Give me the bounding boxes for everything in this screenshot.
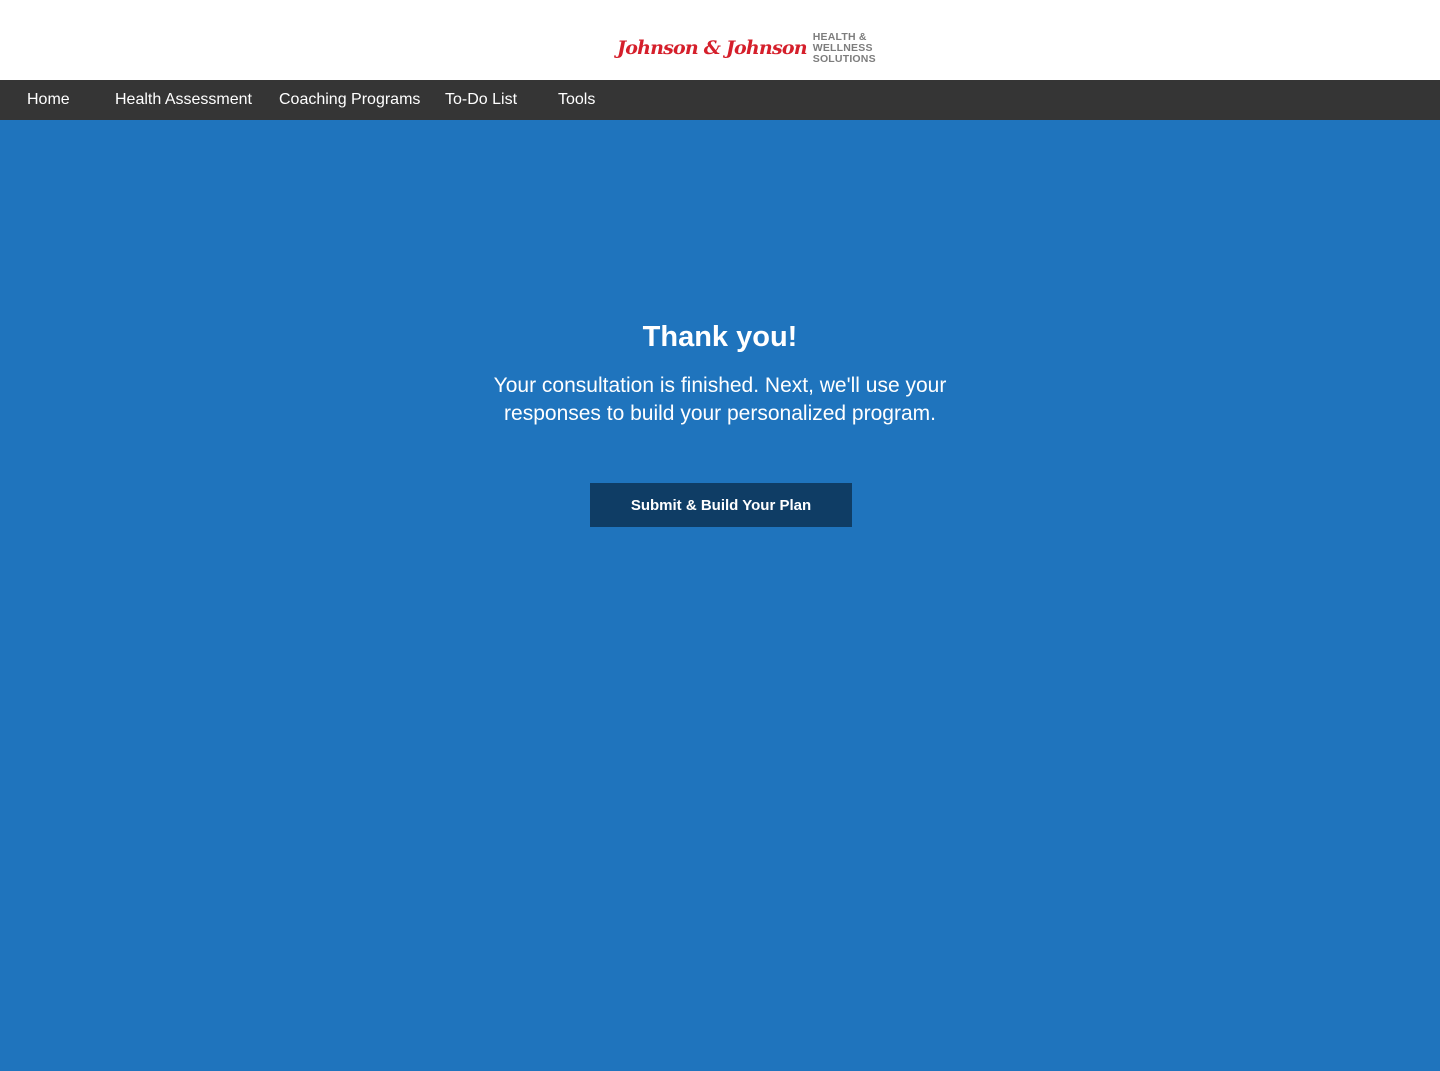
logo-tagline-line-3: SOLUTIONS <box>812 52 876 65</box>
main-content: Thank you! Your consultation is finished… <box>0 120 1440 1071</box>
nav-item-coaching-programs[interactable]: Coaching Programs <box>279 80 420 120</box>
submit-build-plan-button[interactable]: Submit & Build Your Plan <box>590 483 852 527</box>
jnj-health-wellness-logo[interactable]: Johnson & Johnson HEALTH & WELLNESS SOLU… <box>617 31 876 65</box>
main-nav: Home Health Assessment Coaching Programs… <box>0 80 1440 120</box>
nav-item-to-do-list[interactable]: To-Do List <box>445 80 517 120</box>
logo-tagline-line-2: WELLNESS <box>812 41 873 54</box>
nav-item-home[interactable]: Home <box>27 80 70 120</box>
page-title: Thank you! <box>642 321 798 353</box>
logo-tagline: HEALTH & WELLNESS SOLUTIONS <box>812 30 876 65</box>
site-header: Johnson & Johnson HEALTH & WELLNESS SOLU… <box>0 0 1440 80</box>
completion-message: Your consultation is finished. Next, we'… <box>493 374 947 425</box>
logo-tagline-line-1: HEALTH & <box>812 30 867 43</box>
nav-item-tools[interactable]: Tools <box>558 80 595 120</box>
nav-item-health-assessment[interactable]: Health Assessment <box>115 80 252 120</box>
logo-script-text: Johnson & Johnson <box>617 37 808 59</box>
